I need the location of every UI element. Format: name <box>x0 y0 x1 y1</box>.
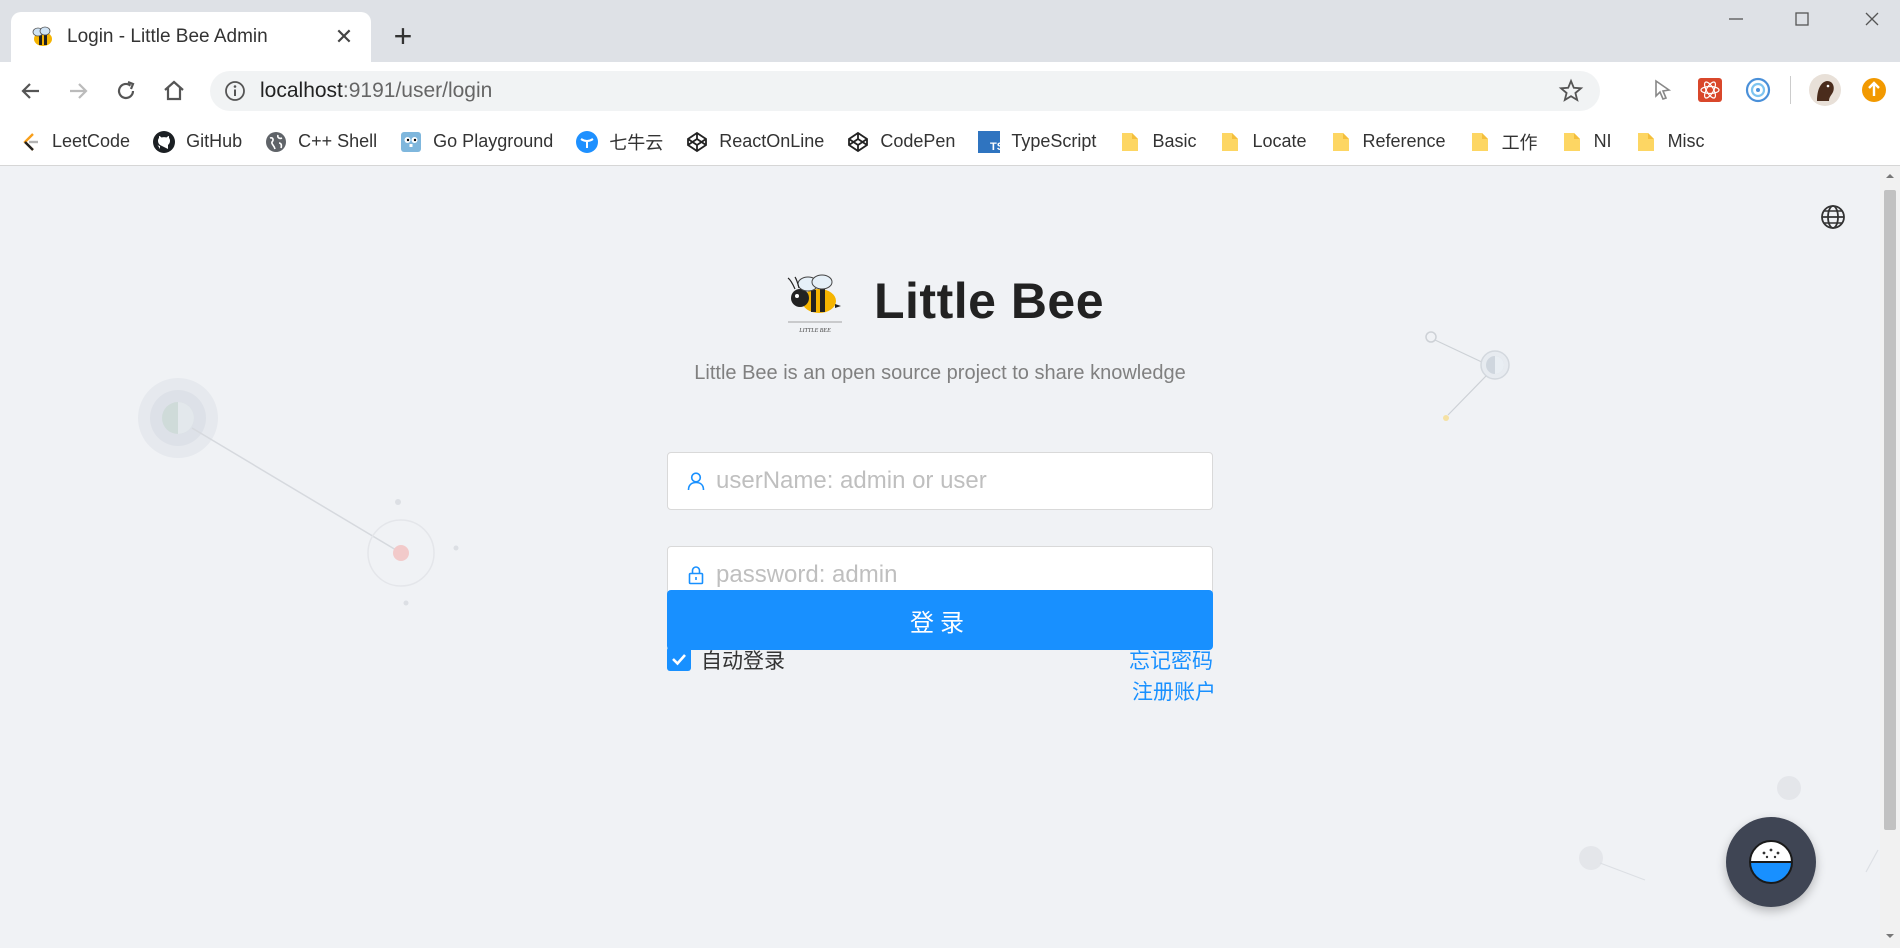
url-path: :9191/user/login <box>342 79 493 102</box>
browser-tab-strip: Login - Little Bee Admin ✕ + <box>0 0 1900 62</box>
scroll-up-icon[interactable] <box>1884 170 1896 182</box>
bookmark-label: CodePen <box>880 131 956 151</box>
cursor-extension-icon[interactable] <box>1648 76 1676 104</box>
bookmark-item[interactable]: GitHub <box>152 130 242 154</box>
username-field[interactable] <box>667 452 1213 510</box>
bookmark-item[interactable]: ReactOnLine <box>685 130 824 154</box>
language-globe-icon[interactable] <box>1818 202 1848 232</box>
codepen-icon <box>846 130 870 154</box>
folder-icon <box>1468 130 1492 154</box>
folder-icon <box>1218 130 1242 154</box>
folder-icon <box>1560 130 1584 154</box>
profile-avatar[interactable] <box>1808 73 1842 107</box>
tab-close-icon[interactable]: ✕ <box>331 24 357 50</box>
login-submit-button[interactable]: 登录 <box>667 590 1213 650</box>
bookmark-label: NI <box>1593 131 1612 151</box>
update-icon[interactable] <box>1860 76 1888 104</box>
little-bee-logo: LITTLE BEE <box>787 274 842 334</box>
toolbar-divider <box>1790 76 1791 104</box>
folder-icon <box>1634 130 1658 154</box>
back-icon[interactable] <box>14 74 48 108</box>
address-bar[interactable]: localhost:9191/user/login <box>210 71 1600 111</box>
tab-title: Login - Little Bee Admin <box>67 26 268 47</box>
url-host: localhost <box>260 79 343 102</box>
bookmark-label: Basic <box>1152 131 1197 151</box>
globe-icon <box>264 130 288 154</box>
bookmark-label: Misc <box>1667 131 1705 151</box>
app-title: Little Bee <box>874 273 1105 329</box>
gopher-icon <box>399 130 423 154</box>
app-description-text: Little Bee is an open source project to … <box>694 362 1186 384</box>
github-icon <box>152 130 176 154</box>
bookmark-label: Go Playground <box>433 131 554 151</box>
bookmark-label: Reference <box>1362 131 1446 151</box>
svg-text:TS: TS <box>990 141 1001 153</box>
bookmark-item[interactable]: 七牛云 <box>575 129 663 155</box>
bookmark-item[interactable]: LeetCode <box>18 130 130 154</box>
page-scrollbar[interactable] <box>1880 166 1900 948</box>
home-icon[interactable] <box>157 74 191 108</box>
lock-icon <box>688 566 704 585</box>
folder-icon <box>1118 130 1142 154</box>
scroll-down-icon[interactable] <box>1884 930 1896 942</box>
url-text[interactable]: localhost:9191/user/login <box>260 79 492 103</box>
bookmarks-bar: LeetCode GitHub C++ Shell Go Playground 七牛云 R… <box>0 118 1900 166</box>
user-icon <box>687 472 705 491</box>
folder-icon <box>1329 130 1353 154</box>
register-account-link[interactable]: 注册账户 <box>1132 676 1216 706</box>
minimize-icon[interactable] <box>1716 8 1756 38</box>
bookmark-item[interactable]: Locate <box>1218 130 1307 154</box>
site-info-icon[interactable] <box>224 80 246 102</box>
bookmark-label: C++ Shell <box>298 131 378 151</box>
target-extension-icon[interactable] <box>1744 76 1772 104</box>
bookmark-item[interactable]: Basic <box>1118 130 1196 154</box>
chat-mascot-icon <box>1749 840 1793 884</box>
bookmark-item[interactable]: TS TypeScript <box>977 130 1096 154</box>
bookmark-item[interactable]: Misc <box>1634 130 1705 154</box>
bookmark-item[interactable]: NI <box>1560 130 1612 154</box>
bookmark-label: LeetCode <box>52 131 131 151</box>
bee-favicon-icon <box>32 26 52 46</box>
bookmark-item[interactable]: 工作 <box>1468 129 1538 155</box>
bookmark-label: ReactOnLine <box>719 131 825 151</box>
qiniu-icon <box>575 130 599 154</box>
login-page: LITTLE BEE Little Bee Little Bee is an o… <box>0 166 1880 948</box>
app-description: Little Bee is an open source project to … <box>0 362 1880 385</box>
reload-icon[interactable] <box>109 74 143 108</box>
auto-login-checkbox[interactable] <box>667 647 691 671</box>
floating-chat-button[interactable] <box>1726 817 1816 907</box>
browser-toolbar: localhost:9191/user/login <box>0 62 1900 118</box>
bookmark-label: 七牛云 <box>609 132 664 153</box>
logo-caption: LITTLE BEE <box>798 328 831 334</box>
bookmark-item[interactable]: C++ Shell <box>264 130 377 154</box>
bookmark-label: 工作 <box>1501 132 1538 153</box>
bookmark-item[interactable]: Reference <box>1329 130 1446 154</box>
bookmark-item[interactable]: CodePen <box>846 130 955 154</box>
username-input[interactable] <box>714 452 1212 510</box>
new-tab-button[interactable]: + <box>388 20 418 52</box>
bookmark-label: GitHub <box>186 131 243 151</box>
forward-icon[interactable] <box>61 74 95 108</box>
maximize-icon[interactable] <box>1782 8 1822 38</box>
scrollbar-thumb[interactable] <box>1884 190 1896 830</box>
bookmark-item[interactable]: Go Playground <box>399 130 553 154</box>
leetcode-icon <box>18 130 42 154</box>
bookmark-label: Locate <box>1252 131 1307 151</box>
react-devtools-extension-icon[interactable] <box>1696 76 1724 104</box>
browser-tab[interactable]: Login - Little Bee Admin ✕ <box>11 12 371 62</box>
checkmark-icon <box>672 654 686 666</box>
bookmark-star-icon[interactable] <box>1558 78 1584 104</box>
typescript-icon: TS <box>977 130 1004 154</box>
close-window-icon[interactable] <box>1852 8 1892 38</box>
bookmark-label: TypeScript <box>1011 131 1097 151</box>
codepen-icon <box>685 130 709 154</box>
